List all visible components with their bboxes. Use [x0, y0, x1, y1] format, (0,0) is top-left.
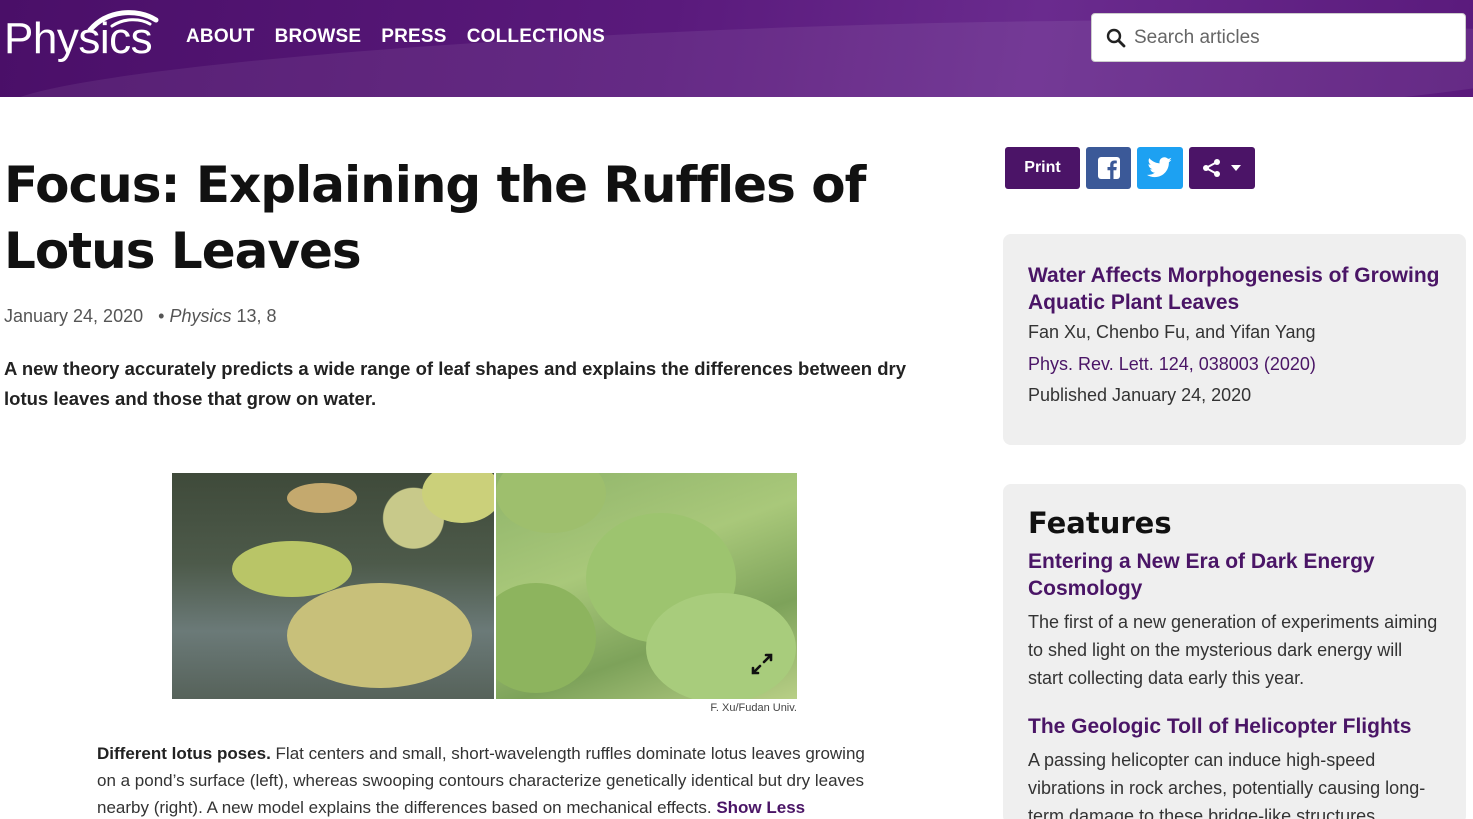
feature-summary: The first of a new generation of experim…: [1028, 612, 1438, 688]
more-share-button[interactable]: [1189, 147, 1255, 189]
article-title: Focus: Explaining the Ruffles of Lotus L…: [4, 156, 866, 280]
article-teaser: A new theory accurately predicts a wide …: [4, 358, 907, 409]
features-box: Features Entering a New Era of Dark Ener…: [1003, 484, 1466, 819]
feature-item: Entering a New Era of Dark Energy Cosmol…: [1028, 548, 1441, 692]
search-input[interactable]: [1134, 26, 1434, 49]
article-date: January 24, 2020: [4, 306, 144, 326]
nav-press[interactable]: PRESS: [381, 26, 446, 48]
caret-down-icon: [1231, 165, 1241, 171]
journal-ref: 13, 8: [236, 306, 277, 326]
meta-separator: •: [148, 306, 165, 326]
related-paper-published: Published January 24, 2020: [1028, 385, 1252, 405]
nav-collections[interactable]: COLLECTIONS: [467, 26, 605, 48]
feature-title[interactable]: The Geologic Toll of Helicopter Flights: [1028, 713, 1441, 740]
lotus-pond-photo: [172, 473, 494, 699]
related-paper-box: Water Affects Morphogenesis of Growing A…: [1003, 234, 1466, 445]
leaf-shape: [496, 473, 606, 533]
related-paper-journal[interactable]: Phys. Rev. Lett. 124, 038003 (2020): [1028, 354, 1441, 375]
feature-summary: A passing helicopter can induce high-spe…: [1028, 750, 1426, 819]
leaf-shape: [287, 583, 472, 688]
related-paper-title[interactable]: Water Affects Morphogenesis of Growing A…: [1028, 262, 1441, 316]
logo-arc-icon: [87, 10, 159, 33]
twitter-share-button[interactable]: [1137, 147, 1183, 189]
site-header: Physics ABOUT BROWSE PRESS COLLECTIONS: [0, 0, 1473, 97]
facebook-share-button[interactable]: [1086, 147, 1131, 189]
share-toolbar: Print: [1005, 147, 1255, 189]
leaf-shape: [496, 583, 596, 693]
facebook-icon: [1097, 157, 1120, 179]
dry-lotus-photo: [496, 473, 797, 699]
show-less-link[interactable]: Show Less: [716, 798, 805, 817]
caption-lead: Different lotus poses.: [97, 744, 271, 763]
nav-about[interactable]: ABOUT: [186, 26, 255, 48]
related-paper-authors: Fan Xu, Chenbo Fu, and Yifan Yang: [1028, 322, 1316, 342]
feature-title[interactable]: Entering a New Era of Dark Energy Cosmol…: [1028, 548, 1441, 602]
leaf-shape: [646, 593, 796, 699]
search-icon[interactable]: [1106, 28, 1126, 48]
figure-caption: Different lotus poses. Flat centers and …: [97, 740, 867, 819]
expand-icon[interactable]: [749, 651, 775, 677]
physics-logo[interactable]: Physics: [4, 6, 164, 66]
journal-name: Physics: [169, 306, 232, 326]
leaf-shape: [287, 483, 357, 513]
search-box[interactable]: [1091, 13, 1466, 62]
share-icon: [1203, 159, 1220, 177]
feature-item: The Geologic Toll of Helicopter Flights …: [1028, 713, 1441, 819]
print-button[interactable]: Print: [1005, 147, 1080, 189]
figure-credit: F. Xu/Fudan Univ.: [710, 702, 797, 714]
article-figure[interactable]: [172, 473, 797, 699]
features-heading: Features: [1028, 506, 1172, 540]
leaf-shape: [422, 473, 494, 523]
nav-browse[interactable]: BROWSE: [275, 26, 362, 48]
article-meta: January 24, 2020 • Physics 13, 8: [4, 306, 277, 327]
twitter-icon: [1147, 157, 1172, 178]
main-nav: ABOUT BROWSE PRESS COLLECTIONS: [186, 26, 605, 48]
